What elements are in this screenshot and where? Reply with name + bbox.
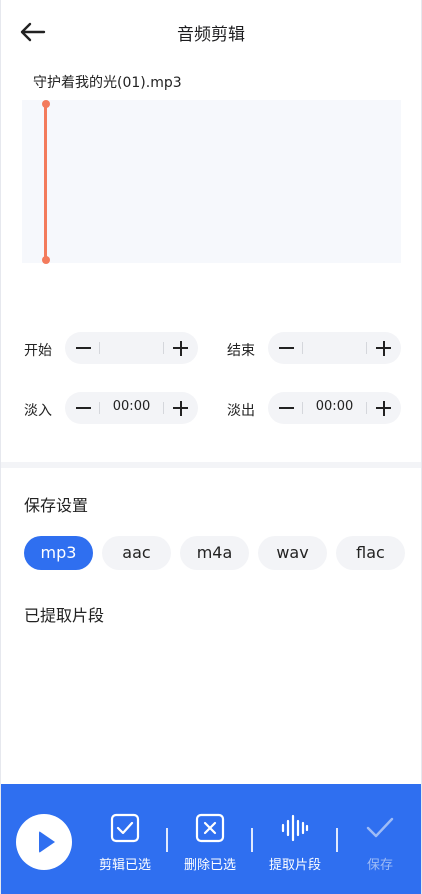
divider <box>302 342 303 354</box>
format-option-wav[interactable]: wav <box>258 536 327 570</box>
save-label: 保存 <box>366 858 393 873</box>
separator <box>251 828 253 852</box>
playhead-line[interactable] <box>44 102 47 260</box>
start-stepper <box>65 332 198 364</box>
checkmark-icon <box>366 817 394 838</box>
playhead-bottom-handle[interactable] <box>42 256 50 264</box>
fade-in-value[interactable]: 00:00 <box>99 399 164 414</box>
fade-out-label: 淡出 <box>227 403 255 419</box>
cut-selected-button[interactable]: 剪辑已选 <box>90 812 160 876</box>
section-divider <box>1 462 421 468</box>
bottom-action-bar: 剪辑已选 删除已选 提取片段 保存 <box>1 784 421 894</box>
fade-in-stepper: 00:00 <box>65 392 198 424</box>
delete-selected-label: 删除已选 <box>183 858 236 873</box>
x-square-icon <box>195 813 225 843</box>
divider <box>99 342 100 354</box>
format-option-aac[interactable]: aac <box>102 536 171 570</box>
play-button[interactable] <box>16 814 72 870</box>
cut-selected-label: 剪辑已选 <box>98 858 151 873</box>
fade-in-plus-button[interactable] <box>164 392 196 424</box>
waveform-area[interactable] <box>22 100 401 264</box>
end-label: 结束 <box>227 343 255 359</box>
extracted-segments-title: 已提取片段 <box>24 606 105 625</box>
end-plus-button[interactable] <box>367 332 399 364</box>
check-square-icon <box>110 813 140 843</box>
format-option-flac[interactable]: flac <box>336 536 405 570</box>
fade-in-label: 淡入 <box>24 403 52 419</box>
save-button[interactable]: 保存 <box>345 812 415 876</box>
start-minus-button[interactable] <box>67 332 99 364</box>
start-plus-button[interactable] <box>164 332 196 364</box>
waveform-icon <box>281 814 309 842</box>
delete-selected-button[interactable]: 删除已选 <box>175 812 245 876</box>
end-minus-button[interactable] <box>270 332 302 364</box>
separator <box>166 828 168 852</box>
header: 音频剪辑 <box>1 0 421 64</box>
fade-out-stepper: 00:00 <box>268 392 401 424</box>
page-title: 音频剪辑 <box>177 25 245 45</box>
separator <box>336 828 338 852</box>
format-option-m4a[interactable]: m4a <box>180 536 249 570</box>
fade-out-plus-button[interactable] <box>367 392 399 424</box>
file-name: 守护着我的光(01).mp3 <box>33 75 182 91</box>
fade-out-value[interactable]: 00:00 <box>302 399 367 414</box>
save-settings-title: 保存设置 <box>24 496 89 515</box>
extract-segment-button[interactable]: 提取片段 <box>260 812 330 876</box>
fade-out-minus-button[interactable] <box>270 392 302 424</box>
extract-segment-label: 提取片段 <box>268 858 321 873</box>
end-stepper <box>268 332 401 364</box>
audio-editor-screen: 音频剪辑 守护着我的光(01).mp3 开始 结束 淡入 00:00 淡出 00… <box>0 0 422 894</box>
start-label: 开始 <box>24 343 52 359</box>
play-icon <box>39 831 55 853</box>
fade-in-minus-button[interactable] <box>67 392 99 424</box>
format-option-mp3[interactable]: mp3 <box>24 536 93 570</box>
playhead-top-handle[interactable] <box>42 100 50 108</box>
